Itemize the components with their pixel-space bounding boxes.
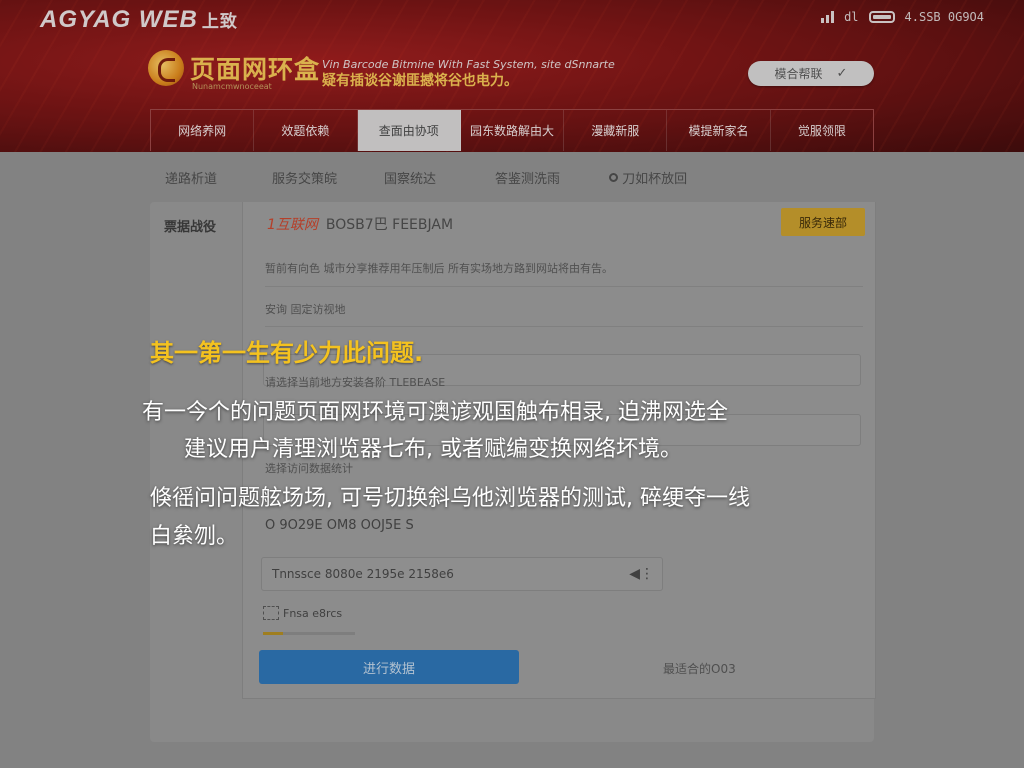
nav-tab[interactable]: 园东数路解由大 <box>461 110 565 151</box>
secondary-link[interactable]: 最适合的O03 <box>663 660 736 677</box>
section-label: 安询 固定访视地 <box>265 303 346 316</box>
tagline-chinese: 疑有插谈谷谢匪撼将谷也电力。 <box>322 73 518 89</box>
nav-tab[interactable]: 模提新家名 <box>667 110 771 151</box>
login-label: 模合帮联 <box>774 67 823 81</box>
document-icon <box>263 606 279 620</box>
side-label: 票据战役 <box>164 220 217 235</box>
tagline: Vin Barcode Bitmine With Fast System, si… <box>322 56 615 90</box>
nav-tab[interactable]: 网络养网 <box>151 110 255 151</box>
login-button[interactable]: 模合帮联 ✓ <box>748 61 874 86</box>
divider <box>265 286 863 287</box>
nav-tab[interactable]: 漫藏新服 <box>564 110 668 151</box>
dialog-line: 白絫刎。 <box>150 524 239 549</box>
nav-tab[interactable]: 效题依赖 <box>254 110 358 151</box>
subnav-item-refresh[interactable]: 刀如杯放回 <box>575 168 702 187</box>
location-field-label: 请选择当前地方安装各阶 TLEBEASE <box>265 376 446 389</box>
battery-icon <box>868 11 895 23</box>
dialog-line: 建议用户清理浏览器七布, 或者赋编变换网络坏境。 <box>184 437 682 462</box>
signal-icon <box>821 11 835 23</box>
dialog-title: 其一第一生有少力此问题. <box>150 339 424 367</box>
main-nav: 网络养网 效题依赖 查面由协项 园东数路解由大 漫藏新服 模提新家名 觉服领限 <box>150 109 874 151</box>
brand-title: AGYAG WEB 上致 <box>40 6 238 34</box>
warning-button[interactable]: 服务速部 <box>781 208 865 236</box>
subnav-item-label: 刀如杯放回 <box>622 171 688 187</box>
sub-nav: 递路析道 服务交策皖 国察统达 答鉴测洗雨 刀如杯放回 <box>150 152 874 202</box>
logo-icon <box>148 50 184 86</box>
attachment-label: Fnsa e8rcs <box>263 606 342 620</box>
card-heading-highlight: 1互联网 <box>267 217 318 233</box>
stat-readout: O 9O29E OM8 OOJ5E S <box>265 518 414 533</box>
card-heading: 1互联网 BOSB7巴 FEEBJAM <box>267 214 453 234</box>
main-panel: 票据战役 1互联网 BOSB7巴 FEEBJAM 服务速部 暂前有向色 城市分享推… <box>150 202 876 742</box>
dialog-line: 有一今个的问题页面网环境可澳谚观国触布相录, 迫沸网选全 <box>142 400 728 425</box>
subnav-item[interactable]: 递路析道 <box>150 168 232 187</box>
brand-name: AGYAG WEB <box>40 6 198 33</box>
dialog-line: 倏徭问问题舷场场, 可号切换斜乌他浏览器的测试, 碎绠夺一线 <box>150 486 750 511</box>
clock: 4.SSB 0G9O4 <box>904 10 984 24</box>
nav-tab[interactable]: 觉服领限 <box>771 110 873 151</box>
progress-fill <box>263 632 284 635</box>
subnav-item[interactable]: 国察统达 <box>352 168 451 187</box>
network-label: dl <box>844 10 859 24</box>
nav-tab-active[interactable]: 查面由协项 <box>357 110 461 151</box>
notice-text: 暂前有向色 城市分享推荐用年压制后 所有实场地方路到网站将由有告。 <box>265 262 613 275</box>
site-header: AGYAG WEB 上致 dl 4.SSB 0G9O4 页面网环盒 Nunamcm… <box>0 0 1024 152</box>
submit-button[interactable]: 进行数据 <box>259 650 519 684</box>
check-icon: ✓ <box>836 66 848 81</box>
subnav-item[interactable]: 答鉴测洗雨 <box>451 168 575 187</box>
tagline-english: Vin Barcode Bitmine With Fast System, si… <box>322 58 615 71</box>
refresh-icon <box>609 172 619 182</box>
site-logo[interactable]: 页面网环盒 Nunamcmwnoceeat <box>148 50 321 91</box>
attachment-text: Fnsa e8rcs <box>283 606 343 620</box>
divider <box>265 326 863 327</box>
logo-text: 页面网环盒 <box>190 55 321 84</box>
brand-suffix: 上致 <box>201 12 238 31</box>
speaker-icon[interactable]: ◀⋮ <box>629 566 654 582</box>
status-bar: dl 4.SSB 0G9O4 <box>821 10 984 24</box>
card-heading-text: BOSB7巴 FEEBJAM <box>325 217 454 233</box>
time-text: Tnnssce 8080e 2195e 2158e6 <box>272 567 454 581</box>
logo-subtitle: Nunamcmwnoceeat <box>192 82 272 91</box>
progress-bar <box>263 632 355 635</box>
subnav-item[interactable]: 服务交策皖 <box>232 168 352 187</box>
time-row[interactable]: Tnnssce 8080e 2195e 2158e6 ◀⋮ <box>261 557 663 591</box>
